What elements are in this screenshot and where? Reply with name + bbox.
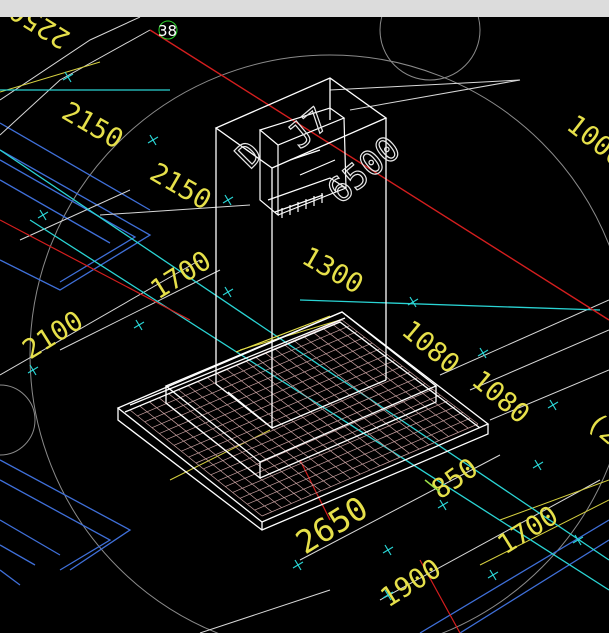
selected-edge bbox=[235, 315, 331, 353]
svg-text:38: 38 bbox=[158, 22, 177, 40]
dim-2100: 2100 bbox=[17, 305, 89, 366]
dim-2150-b: 2150 bbox=[145, 157, 217, 216]
dim-partial: (2 bbox=[581, 407, 609, 452]
dim-2150-a: 2150 bbox=[57, 96, 129, 155]
dim-1900: 1900 bbox=[375, 553, 447, 614]
dim-1300: 1300 bbox=[297, 241, 369, 300]
small-circle-left bbox=[0, 384, 36, 456]
title-bar bbox=[0, 0, 609, 18]
dim-1000: 1000 bbox=[561, 109, 609, 173]
dim-1080-a: 1080 bbox=[396, 315, 466, 381]
dim-1080-b: 1080 bbox=[466, 365, 536, 431]
dim-2250: 2250 bbox=[4, 17, 76, 54]
cad-viewport[interactable]: D 6500 J7 2250 2150 2150 1700 2100 1300 … bbox=[0, 17, 609, 633]
svg-text:D: D bbox=[228, 134, 271, 177]
column-label: D 6500 J7 bbox=[227, 99, 409, 212]
dim-850: 850 bbox=[426, 452, 484, 505]
small-circle bbox=[379, 17, 481, 81]
layer-badge: 38 bbox=[158, 20, 178, 40]
drawing-canvas[interactable]: D 6500 J7 2250 2150 2150 1700 2100 1300 … bbox=[0, 17, 609, 633]
blue-outlines bbox=[0, 122, 609, 633]
